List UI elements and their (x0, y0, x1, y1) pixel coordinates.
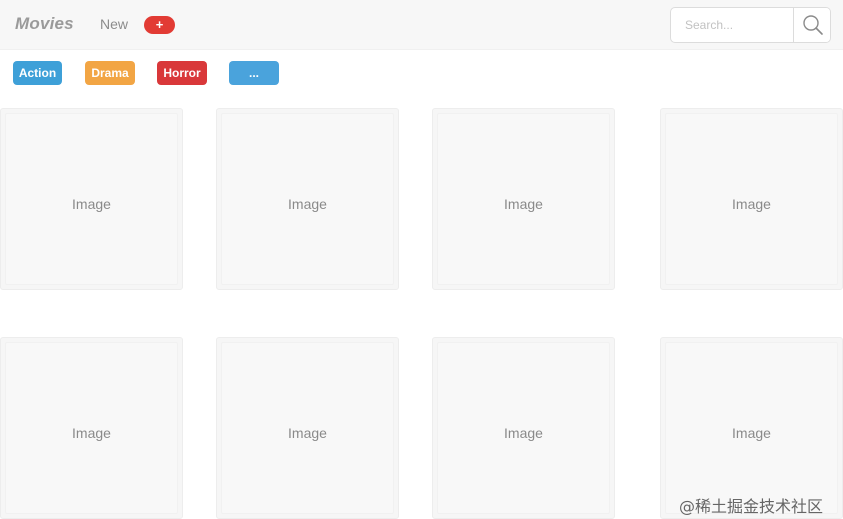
search-button[interactable] (793, 8, 830, 42)
app-header: Movies New + (0, 0, 843, 50)
image-placeholder: Image (437, 113, 610, 285)
movie-card[interactable]: Image (216, 337, 399, 519)
genre-chip-drama[interactable]: Drama (85, 61, 135, 85)
search-box (670, 7, 831, 43)
image-label: Image (504, 425, 543, 441)
movie-card[interactable]: Image (216, 108, 399, 290)
movie-card[interactable]: Image (660, 337, 843, 519)
search-input[interactable] (671, 8, 793, 42)
image-label: Image (732, 196, 771, 212)
image-placeholder: Image (665, 342, 838, 514)
image-placeholder: Image (665, 113, 838, 285)
search-icon (803, 15, 823, 35)
add-movie-button[interactable]: + (144, 16, 175, 34)
image-label: Image (72, 425, 111, 441)
genre-chip-more[interactable]: ... (229, 61, 279, 85)
image-placeholder: Image (221, 113, 394, 285)
image-placeholder: Image (5, 113, 178, 285)
nav-new-link[interactable]: New (100, 16, 128, 32)
watermark-text: @稀土掘金技术社区 (679, 497, 824, 516)
image-placeholder: Image (221, 342, 394, 514)
genre-chip-horror[interactable]: Horror (157, 61, 207, 85)
movie-card[interactable]: Image (0, 108, 183, 290)
brand-title[interactable]: Movies (15, 14, 74, 34)
image-placeholder: Image (437, 342, 610, 514)
image-placeholder: Image (5, 342, 178, 514)
movie-card[interactable]: Image (432, 337, 615, 519)
image-label: Image (504, 196, 543, 212)
image-label: Image (288, 196, 327, 212)
image-label: Image (72, 196, 111, 212)
movie-card[interactable]: Image (432, 108, 615, 290)
image-label: Image (288, 425, 327, 441)
movie-card[interactable]: Image (0, 337, 183, 519)
genre-chip-action[interactable]: Action (13, 61, 62, 85)
image-label: Image (732, 425, 771, 441)
movie-card[interactable]: Image (660, 108, 843, 290)
